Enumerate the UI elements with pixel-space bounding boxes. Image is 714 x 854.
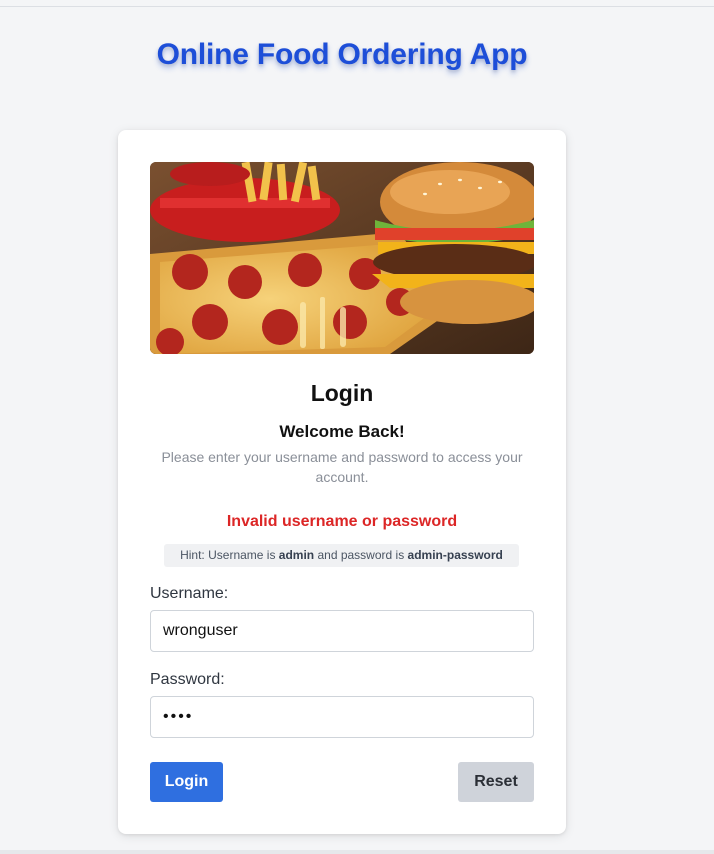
login-heading: Login (310, 380, 374, 406)
login-button[interactable]: Login (150, 762, 223, 802)
username-label: Username: (150, 585, 229, 602)
bottom-divider (0, 850, 714, 854)
login-card: Login Welcome Back! Please enter your us… (118, 130, 566, 834)
error-message: Invalid username or password (226, 513, 458, 530)
app-title: Online Food Ordering App (156, 38, 528, 71)
hint-prefix: Hint: Username is (180, 548, 279, 562)
hint-password: admin-password (407, 548, 503, 562)
password-label: Password: (150, 671, 225, 688)
login-instructions: Please enter your username and password … (161, 449, 523, 485)
username-input[interactable]: wronguser (150, 610, 534, 652)
password-input[interactable]: •••• (150, 696, 534, 738)
reset-button[interactable]: Reset (458, 762, 534, 802)
credentials-hint: Hint: Username is admin and password is … (164, 544, 519, 567)
hint-middle: and password is (314, 548, 408, 562)
food-banner-image (150, 162, 534, 354)
top-divider (0, 6, 714, 7)
hint-username: admin (278, 548, 315, 562)
welcome-heading: Welcome Back! (279, 422, 405, 441)
